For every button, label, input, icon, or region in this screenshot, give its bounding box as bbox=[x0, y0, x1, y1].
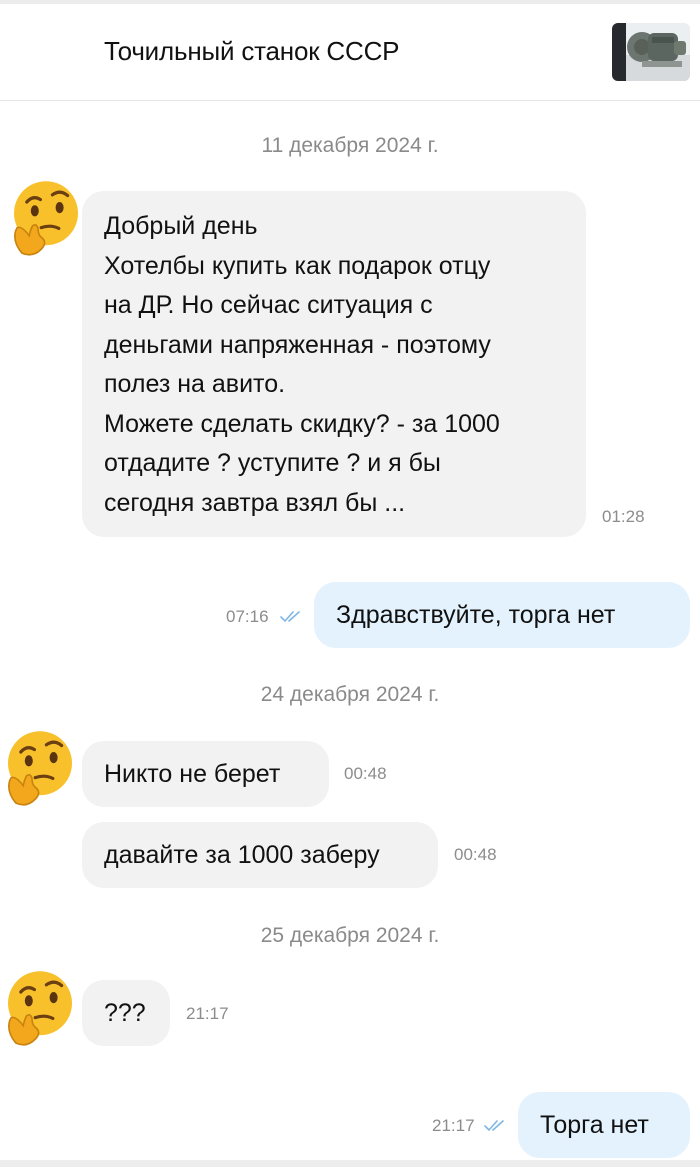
outgoing-message-bubble[interactable]: Здравствуйте, торга нет bbox=[314, 582, 690, 648]
incoming-message-bubble[interactable]: Добрый день Хотелбы купить как подарок о… bbox=[82, 191, 645, 537]
message-text: Никто не берет bbox=[104, 760, 281, 788]
message-text: Здравствуйте, торга нет bbox=[336, 601, 616, 629]
outgoing-message-bubble[interactable]: Торга нет bbox=[518, 1092, 690, 1158]
message-text: ??? bbox=[104, 999, 146, 1027]
message-line: на ДР. Но сейчас ситуация с bbox=[104, 291, 433, 319]
date-separator: 25 декабря 2024 г. bbox=[260, 924, 440, 947]
message-line: полез на авито. bbox=[104, 370, 286, 398]
message-text: Торга нет bbox=[540, 1111, 649, 1139]
message-time: 21:17 bbox=[186, 1004, 229, 1023]
message-line: деньгами напряженная - поэтому bbox=[104, 331, 491, 359]
bottom-divider bbox=[0, 1160, 700, 1167]
message-text: давайте за 1000 заберу bbox=[104, 841, 380, 869]
double-check-icon bbox=[484, 1119, 510, 1133]
chat-title[interactable]: Точильный станок СССР bbox=[104, 36, 399, 67]
message-line: Добрый день bbox=[104, 212, 258, 240]
message-line: Можете сделать скидку? - за 1000 bbox=[104, 410, 500, 438]
message-time: 00:48 bbox=[344, 764, 387, 783]
incoming-message-bubble[interactable]: ??? bbox=[82, 980, 170, 1046]
message-line: сегодня завтра взял бы ... bbox=[104, 489, 406, 517]
message-time: 07:16 bbox=[226, 607, 269, 626]
thinking-face-emoji-avatar-icon bbox=[6, 178, 86, 258]
date-separator: 24 декабря 2024 г. bbox=[260, 683, 440, 706]
message-time: 00:48 bbox=[454, 845, 497, 864]
listing-thumbnail[interactable] bbox=[612, 23, 690, 81]
chat-header: Точильный станок СССР bbox=[0, 4, 700, 101]
message-line: отдадите ? уступите ? и я бы bbox=[104, 449, 441, 477]
message-time: 01:28 bbox=[602, 507, 645, 526]
incoming-message-bubble[interactable]: Никто не берет bbox=[82, 741, 329, 807]
incoming-message-bubble[interactable]: давайте за 1000 заберу bbox=[82, 822, 438, 888]
date-separator: 11 декабря 2024 г. bbox=[261, 134, 439, 157]
thinking-face-emoji-avatar-icon bbox=[0, 968, 80, 1048]
thinking-face-emoji-avatar-icon bbox=[0, 728, 80, 808]
message-line: Хотелбы купить как подарок отцу bbox=[104, 252, 491, 280]
message-time: 21:17 bbox=[432, 1116, 475, 1135]
double-check-icon bbox=[280, 610, 306, 624]
